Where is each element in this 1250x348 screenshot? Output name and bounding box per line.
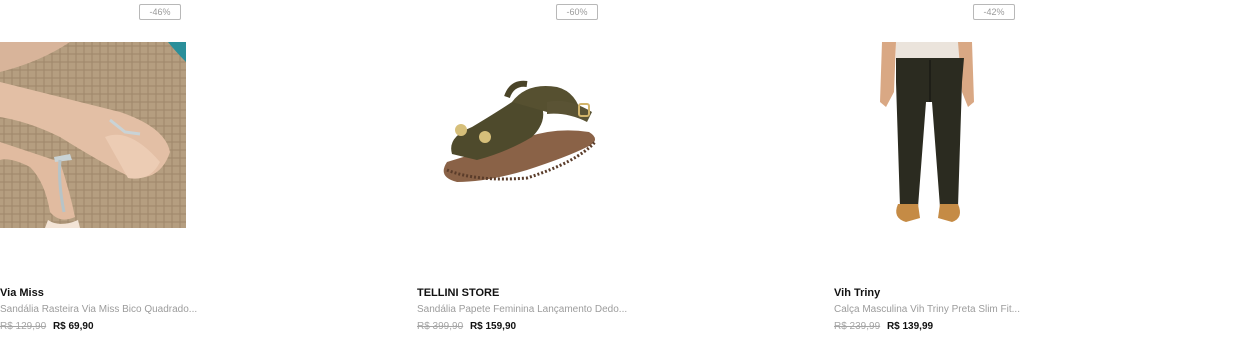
product-image[interactable]: [834, 42, 1020, 228]
old-price: R$ 399,90: [417, 321, 464, 332]
product-brand[interactable]: Via Miss: [0, 287, 44, 299]
old-price: R$ 129,90: [0, 321, 47, 332]
product-prices: R$ 239,99 R$ 139,99: [834, 321, 933, 332]
discount-badge: -46%: [139, 4, 181, 20]
product-prices: R$ 129,90 R$ 69,90: [0, 321, 94, 332]
current-price: R$ 69,90: [52, 321, 94, 332]
product-brand[interactable]: Vih Triny: [834, 287, 880, 299]
product-image[interactable]: [0, 42, 186, 228]
product-card[interactable]: -42% Vih Triny Calça Masculina Vih Triny…: [834, 0, 1234, 348]
old-price: R$ 239,99: [834, 321, 881, 332]
product-title[interactable]: Sandália Rasteira Via Miss Bico Quadrado…: [0, 304, 197, 315]
current-price: R$ 139,99: [886, 321, 934, 332]
product-prices: R$ 399,90 R$ 159,90: [417, 321, 516, 332]
product-card[interactable]: -60% TELLINI STORE Sandália Papete Femin…: [417, 0, 817, 348]
product-title[interactable]: Calça Masculina Vih Triny Preta Slim Fit…: [834, 304, 1020, 315]
discount-badge: -60%: [556, 4, 598, 20]
current-price: R$ 159,90: [469, 321, 517, 332]
discount-badge: -42%: [973, 4, 1015, 20]
product-title[interactable]: Sandália Papete Feminina Lançamento Dedo…: [417, 304, 627, 315]
product-image[interactable]: [417, 42, 603, 228]
product-brand[interactable]: TELLINI STORE: [417, 287, 499, 299]
product-card[interactable]: -46% Via Miss Sandália Rasteira Via Miss…: [0, 0, 400, 348]
